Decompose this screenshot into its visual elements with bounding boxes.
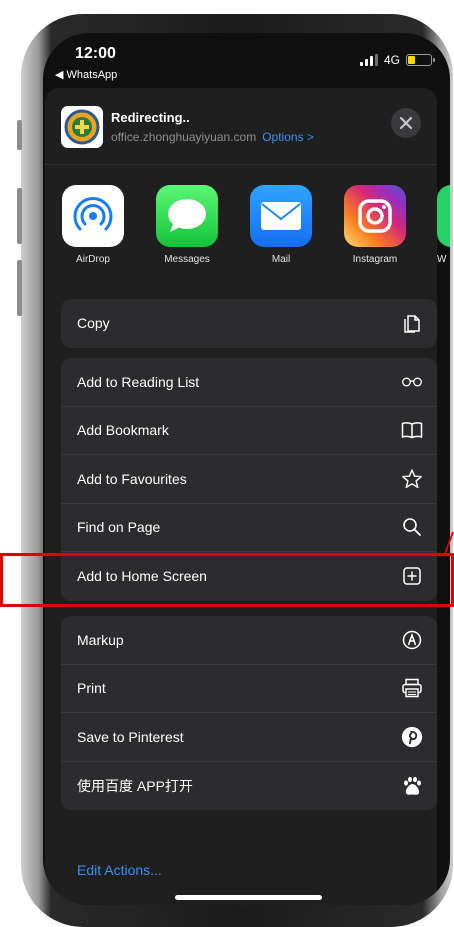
- action-label-print: Print: [77, 680, 106, 697]
- site-url: office.zhonghuayiyuan.com Options >: [111, 130, 314, 144]
- action-label-markup: Markup: [77, 631, 124, 648]
- back-to-app-link[interactable]: ◀ WhatsApp: [55, 68, 117, 81]
- whatsapp-icon: [437, 185, 450, 247]
- action-markup[interactable]: Markup: [61, 616, 437, 665]
- app-mail[interactable]: Mail: [249, 185, 313, 265]
- app-airdrop[interactable]: AirDrop: [61, 185, 125, 265]
- baidu-icon: [401, 775, 423, 797]
- action-label-copy: Copy: [77, 315, 110, 332]
- share-sheet: Redirecting.. office.zhonghuayiyuan.com O…: [45, 88, 450, 905]
- volume-down-button: [17, 260, 22, 316]
- action-label-baidu: 使用百度 APP打开: [77, 777, 193, 794]
- markup-icon: [401, 629, 423, 651]
- highlight-box: [0, 553, 454, 607]
- action-label-add-bookmark: Add Bookmark: [77, 422, 169, 439]
- glasses-icon: [401, 371, 423, 393]
- messages-icon: [156, 185, 218, 247]
- battery-icon: [406, 54, 435, 66]
- mail-icon: [250, 185, 312, 247]
- action-find-on-page[interactable]: Find on Page: [61, 504, 437, 552]
- action-label-reading-list: Add to Reading List: [77, 373, 200, 390]
- copy-icon: [401, 312, 423, 334]
- app-label-whatsapp: W: [437, 254, 447, 265]
- signal-icon: [359, 54, 378, 66]
- status-indicators: 4G: [359, 53, 435, 67]
- action-label-favourites: Add to Favourites: [77, 470, 187, 487]
- action-print[interactable]: Print: [61, 665, 437, 713]
- action-group-other: Markup Print Save to Pinterest 使用百度 APP打…: [61, 616, 437, 810]
- network-type: 4G: [383, 53, 400, 67]
- volume-up-button: [17, 188, 22, 244]
- app-label-airdrop: AirDrop: [76, 254, 110, 265]
- mute-switch: [17, 120, 22, 150]
- action-label-find-on-page: Find on Page: [77, 519, 161, 536]
- share-header: Redirecting.. office.zhonghuayiyuan.com O…: [61, 106, 421, 156]
- app-messages[interactable]: Messages: [155, 185, 219, 265]
- action-open-in-baidu[interactable]: 使用百度 APP打开: [61, 762, 437, 811]
- search-icon: [401, 516, 423, 538]
- close-icon: [400, 117, 412, 129]
- action-save-to-pinterest[interactable]: Save to Pinterest: [61, 713, 437, 762]
- header-divider: [45, 164, 437, 165]
- edit-actions-link[interactable]: Edit Actions...: [77, 862, 162, 878]
- airdrop-icon: [62, 185, 124, 247]
- action-label-pinterest: Save to Pinterest: [77, 728, 184, 745]
- pinterest-icon: [401, 726, 423, 748]
- action-group-copy: Copy: [61, 299, 437, 348]
- action-add-to-reading-list[interactable]: Add to Reading List: [61, 358, 437, 407]
- status-time: 12:00: [75, 45, 116, 62]
- action-copy[interactable]: Copy: [61, 299, 437, 348]
- close-button[interactable]: [391, 108, 421, 138]
- instagram-icon: [344, 185, 406, 247]
- printer-icon: [401, 677, 423, 699]
- app-whatsapp[interactable]: W: [437, 185, 450, 265]
- app-label-mail: Mail: [271, 254, 291, 265]
- app-row: AirDrop Messages Mail Instagram W: [61, 185, 450, 275]
- site-title: Redirecting..: [111, 110, 190, 125]
- screen: 12:00 ◀ WhatsApp 4G Redirecting.. office…: [43, 33, 450, 905]
- app-label-instagram: Instagram: [352, 254, 398, 265]
- site-url-text: office.zhonghuayiyuan.com: [111, 130, 257, 144]
- action-add-bookmark[interactable]: Add Bookmark: [61, 407, 437, 455]
- action-add-to-favourites[interactable]: Add to Favourites: [61, 455, 437, 504]
- options-link[interactable]: Options >: [262, 130, 314, 144]
- site-logo-icon: [61, 106, 103, 148]
- home-indicator[interactable]: [175, 895, 322, 900]
- star-icon: [401, 468, 423, 490]
- book-icon: [401, 419, 423, 441]
- app-instagram[interactable]: Instagram: [343, 185, 407, 265]
- app-label-messages: Messages: [164, 254, 210, 265]
